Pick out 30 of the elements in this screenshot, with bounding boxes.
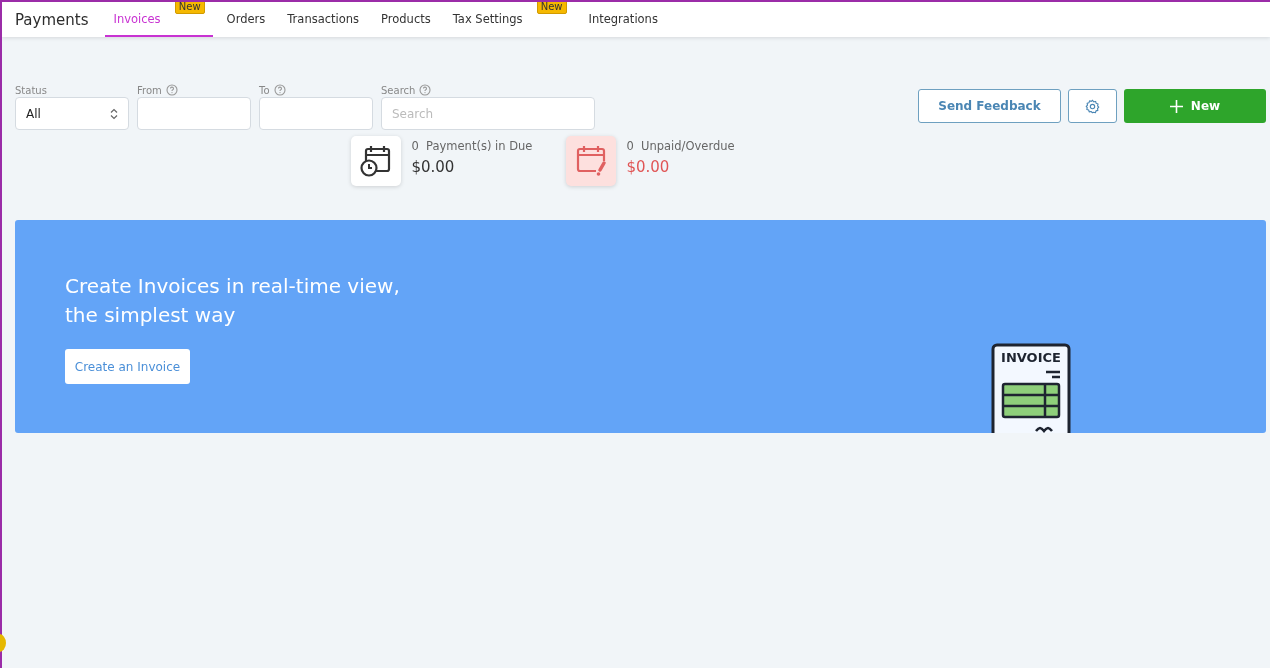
- field-label: To: [259, 84, 270, 96]
- send-feedback-button[interactable]: Send Feedback: [918, 89, 1061, 123]
- field-label: Search: [381, 84, 416, 96]
- invoice-drawing: INVOICE: [990, 343, 1072, 433]
- settings-button[interactable]: [1068, 89, 1117, 123]
- new-badge: New: [536, 2, 567, 14]
- field-label: From: [137, 84, 162, 96]
- calendar-edit-icon: [574, 144, 609, 178]
- date-field[interactable]: [137, 97, 251, 130]
- stat-amount: $0.00: [626, 158, 671, 176]
- page-title: Payments: [15, 10, 89, 29]
- settings-icon: [1085, 98, 1100, 114]
- plus-icon: [1169, 99, 1183, 113]
- field-label: Status: [15, 84, 47, 96]
- stat-amount: $0.00: [411, 158, 456, 176]
- nav-tab[interactable]: Orders: [218, 2, 274, 37]
- date-field[interactable]: [259, 97, 373, 130]
- nav-tab[interactable]: Transactions: [279, 2, 368, 37]
- nav-tab[interactable]: Tax Settings New: [444, 2, 575, 37]
- nav-tab[interactable]: Integrations: [580, 2, 666, 37]
- sort-caret-icon: [110, 107, 118, 120]
- stat-label: 0 Unpaid/Overdue: [626, 139, 735, 153]
- status-select[interactable]: All: [15, 97, 129, 130]
- stat-label: 0 Payment(s) in Due: [411, 139, 533, 153]
- nav-tab[interactable]: Products: [373, 2, 439, 37]
- search-field[interactable]: Search: [381, 97, 595, 130]
- banner-headline: Create Invoices in real-time view, the simplest way: [65, 273, 401, 329]
- nav-tab[interactable]: Invoices New: [105, 2, 213, 37]
- new-badge: New: [174, 2, 205, 14]
- create-invoice-button[interactable]: Create an Invoice: [65, 349, 190, 384]
